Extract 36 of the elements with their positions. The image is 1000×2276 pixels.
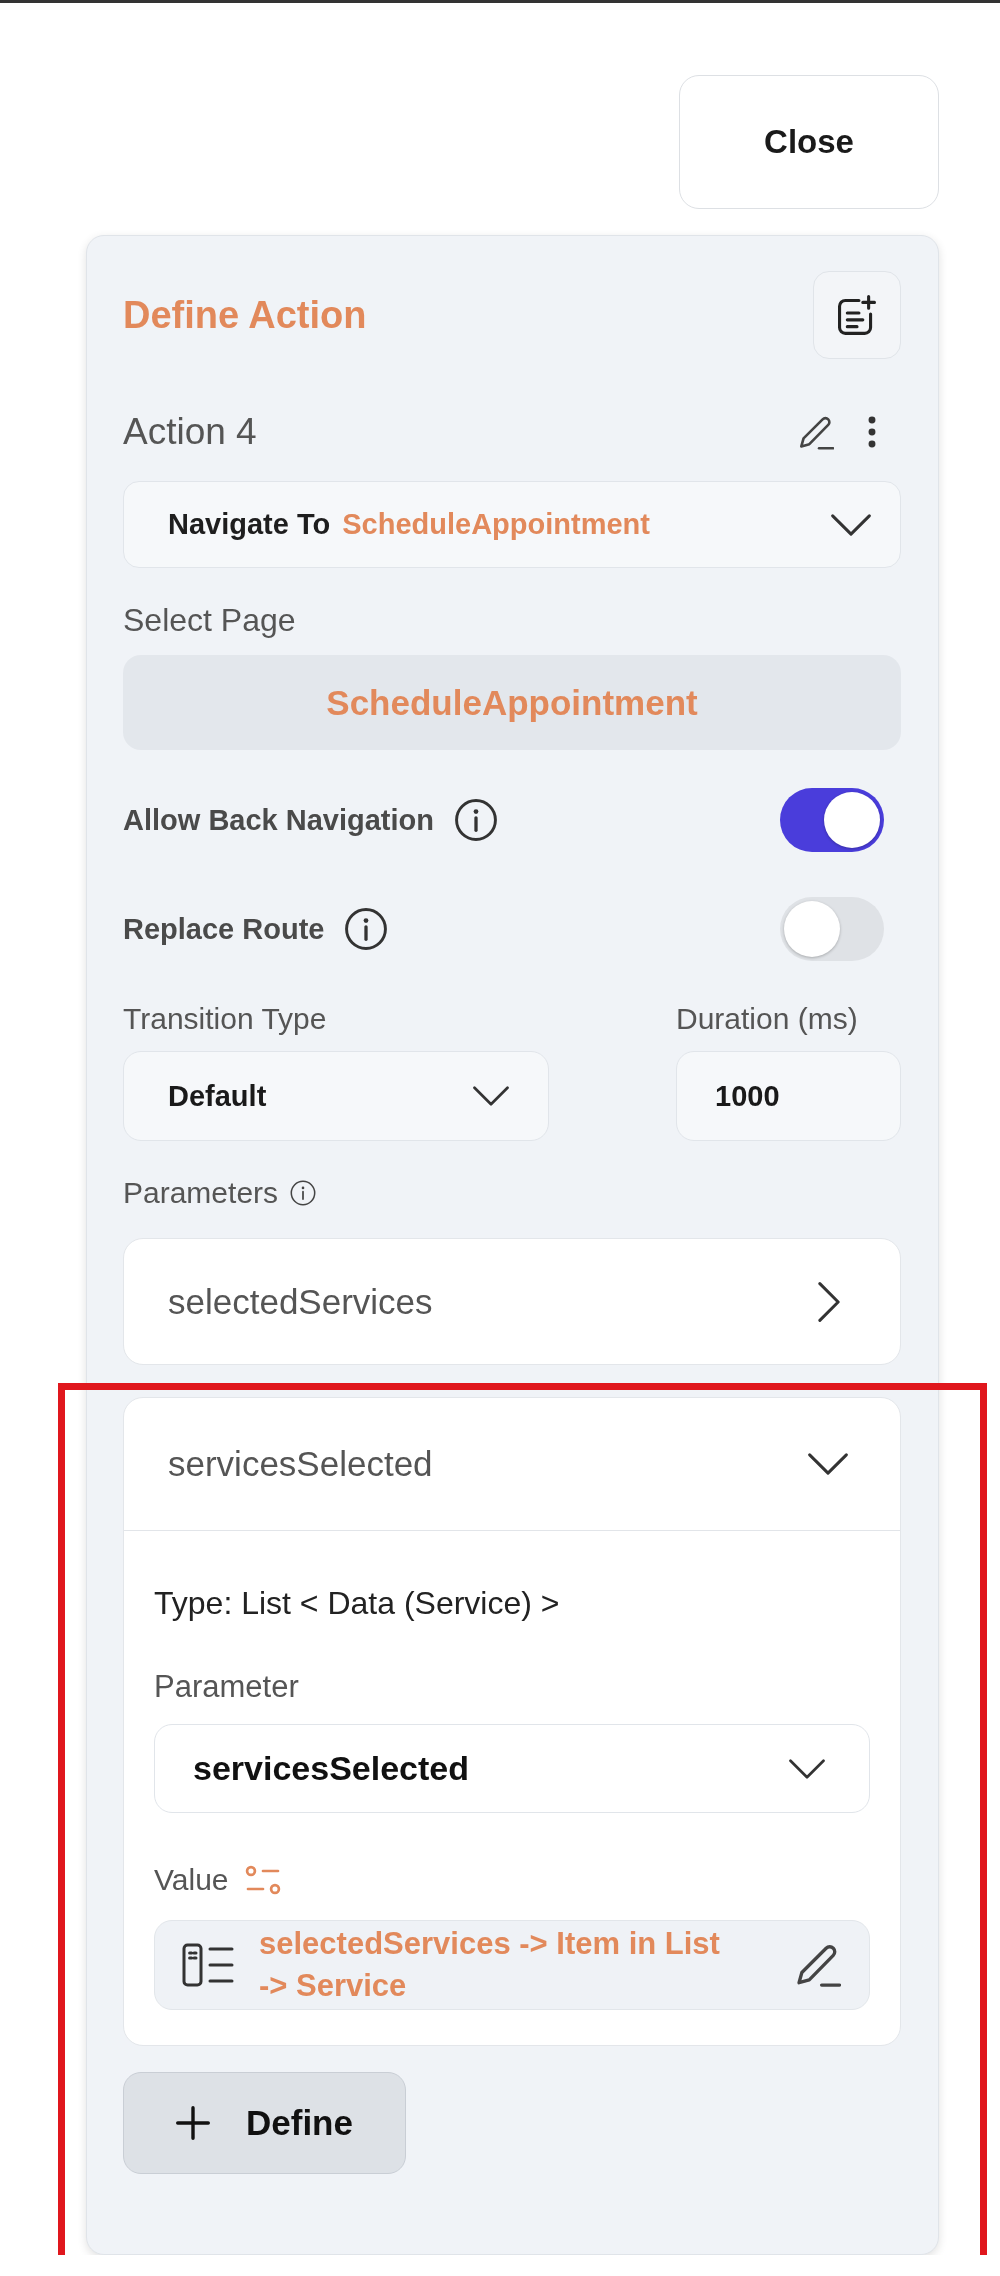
parameter-dropdown[interactable]: servicesSelected xyxy=(154,1724,870,1813)
sliders-icon[interactable] xyxy=(244,1865,281,1895)
field-label: Transition Type xyxy=(123,1001,328,1037)
add-document-button[interactable] xyxy=(813,271,901,359)
type-text: Type: List < Data (Service) > xyxy=(154,1584,561,1623)
document-plus-icon xyxy=(838,295,876,335)
parameter-card[interactable]: selectedServices xyxy=(123,1238,901,1365)
field-label: Parameters xyxy=(123,1175,279,1211)
field-label: Duration (ms) xyxy=(676,1001,859,1037)
vertical-dots-icon[interactable] xyxy=(868,415,876,449)
toggle-label: Allow Back Navigation xyxy=(123,803,434,837)
action-type-dropdown[interactable]: Navigate To ScheduleAppointment xyxy=(123,481,901,568)
parameter-card[interactable]: servicesSelected Type: List < Data (Service) > Parameter servicesSelected Value selectedServices -> Item in List -> Service xyxy=(123,1397,901,2046)
pencil-icon[interactable] xyxy=(800,414,834,450)
define-button[interactable]: Define xyxy=(123,2072,406,2174)
info-icon[interactable] xyxy=(454,798,498,842)
info-icon[interactable] xyxy=(344,907,389,951)
list-icon xyxy=(182,1943,234,1987)
toggle-label: Replace Route xyxy=(123,912,325,946)
info-icon[interactable] xyxy=(290,1180,317,1206)
field-label: Select Page xyxy=(123,601,297,640)
close-button[interactable]: Close xyxy=(679,75,939,209)
transition-type-dropdown[interactable]: Default xyxy=(123,1051,549,1141)
chevron-down-icon xyxy=(831,513,871,536)
chevron-down-icon xyxy=(789,1758,825,1779)
duration-field[interactable]: 1000 xyxy=(676,1051,901,1141)
action-name: Action 4 xyxy=(123,411,257,453)
field-label: Value xyxy=(154,1862,229,1898)
value-text: selectedServices -> Item in List -> Service xyxy=(259,1925,721,2005)
plus-icon xyxy=(176,2106,210,2140)
parameter-name: selectedServices xyxy=(168,1281,433,1322)
pencil-icon[interactable] xyxy=(797,1943,841,1987)
panel-title: Define Action xyxy=(123,293,367,337)
parameter-name: servicesSelected xyxy=(168,1444,433,1484)
field-label: Parameter xyxy=(154,1668,300,1706)
chevron-down-icon xyxy=(473,1086,509,1106)
